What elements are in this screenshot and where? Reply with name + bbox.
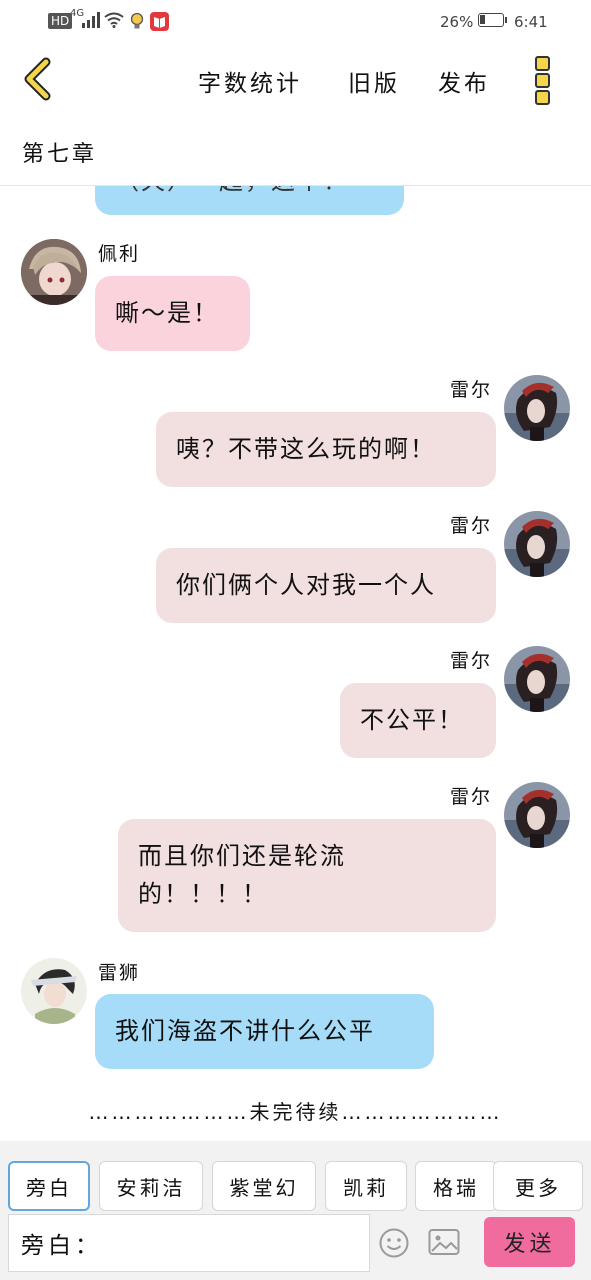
chevron-left-icon [24, 57, 51, 101]
message-text: 不公平！ [360, 706, 464, 734]
avatar[interactable] [504, 375, 570, 441]
speaker-name: 佩利 [98, 243, 141, 265]
menu-dot-icon [535, 56, 550, 71]
avatar-image [504, 511, 570, 577]
message-text-line: 的！！！！ [138, 880, 268, 908]
publish-button[interactable]: 发布 [438, 64, 490, 98]
speaker-name: 雷尔 [450, 650, 493, 672]
avatar-image [21, 958, 87, 1024]
menu-dot-icon [535, 90, 550, 105]
avatar-image [504, 782, 570, 848]
emoji-button[interactable] [378, 1227, 410, 1259]
message-bubble[interactable]: 咦？不带这么玩的啊！ [156, 412, 496, 487]
message-input[interactable]: 旁白： [8, 1214, 370, 1272]
message-bubble[interactable]: 我们海盗不讲什么公平 [95, 994, 434, 1069]
app-notification-icon [150, 12, 169, 31]
avatar[interactable] [21, 958, 87, 1024]
status-bar: HD 4G 26% 6:41 [0, 0, 591, 44]
chat-area[interactable]: （天）一起，这个！ 佩利 嘶～是！ 雷尔 咦？不带这么玩的啊！ 雷尔 [0, 186, 591, 1141]
battery-percent: 26% [440, 13, 474, 31]
battery-icon [478, 13, 504, 27]
message-bubble[interactable]: 你们俩个人对我一个人 [156, 548, 496, 623]
role-button-gerui[interactable]: 格瑞 [415, 1161, 497, 1211]
message-text: 嘶～是！ [115, 299, 219, 327]
image-button[interactable] [428, 1228, 460, 1258]
role-more-button[interactable]: 更多 [493, 1161, 583, 1211]
role-button-kaili[interactable]: 凯莉 [325, 1161, 407, 1211]
message-text: 咦？不带这么玩的啊！ [176, 435, 436, 463]
to-be-continued-label: …………………未完待续………………… [88, 1100, 503, 1124]
avatar-image [504, 375, 570, 441]
battery-tip [505, 17, 507, 23]
role-button-anlijie[interactable]: 安莉洁 [99, 1161, 203, 1211]
more-menu-button[interactable] [531, 54, 553, 105]
avatar-image [21, 239, 87, 305]
network-label: HD [48, 13, 73, 29]
role-button-zitanghuan[interactable]: 紫堂幻 [212, 1161, 316, 1211]
role-button-narration[interactable]: 旁白 [8, 1161, 90, 1211]
avatar[interactable] [504, 782, 570, 848]
old-version-button[interactable]: 旧版 [348, 64, 400, 98]
send-button[interactable]: 发送 [484, 1217, 575, 1267]
menu-dot-icon [535, 73, 550, 88]
word-count-button[interactable]: 字数统计 [198, 64, 302, 98]
smiley-icon [379, 1228, 409, 1258]
speaker-name: 雷尔 [450, 786, 493, 808]
speaker-name: 雷尔 [450, 379, 493, 401]
message-bubble[interactable]: 嘶～是！ [95, 276, 250, 351]
message-text-line: 而且你们还是轮流 [138, 842, 346, 870]
speaker-name: 雷尔 [450, 515, 493, 537]
back-button[interactable] [20, 55, 60, 103]
message-bubble[interactable]: （天）一起，这个！ [95, 186, 404, 215]
clock: 6:41 [514, 13, 548, 31]
composer-toolbar: 旁白 安莉洁 紫堂幻 凯莉 格瑞 更多 旁白： 发送 [0, 1141, 591, 1280]
message-bubble[interactable]: 而且你们还是轮流 的！！！！ [118, 819, 496, 932]
message-text: 你们俩个人对我一个人 [176, 571, 436, 599]
message-text: 我们海盗不讲什么公平 [115, 1017, 375, 1045]
avatar[interactable] [21, 239, 87, 305]
image-icon [428, 1229, 460, 1255]
chapter-title[interactable]: 第七章 [22, 136, 97, 168]
wifi-icon [104, 12, 124, 28]
speaker-name: 雷狮 [98, 962, 141, 984]
bulb-icon [130, 12, 144, 29]
avatar-image [504, 646, 570, 712]
battery-fill [480, 15, 485, 24]
avatar[interactable] [504, 646, 570, 712]
message-text: （天）一起，这个！ [115, 186, 384, 200]
message-bubble[interactable]: 不公平！ [340, 683, 496, 758]
signal-icon [82, 12, 100, 28]
avatar[interactable] [504, 511, 570, 577]
